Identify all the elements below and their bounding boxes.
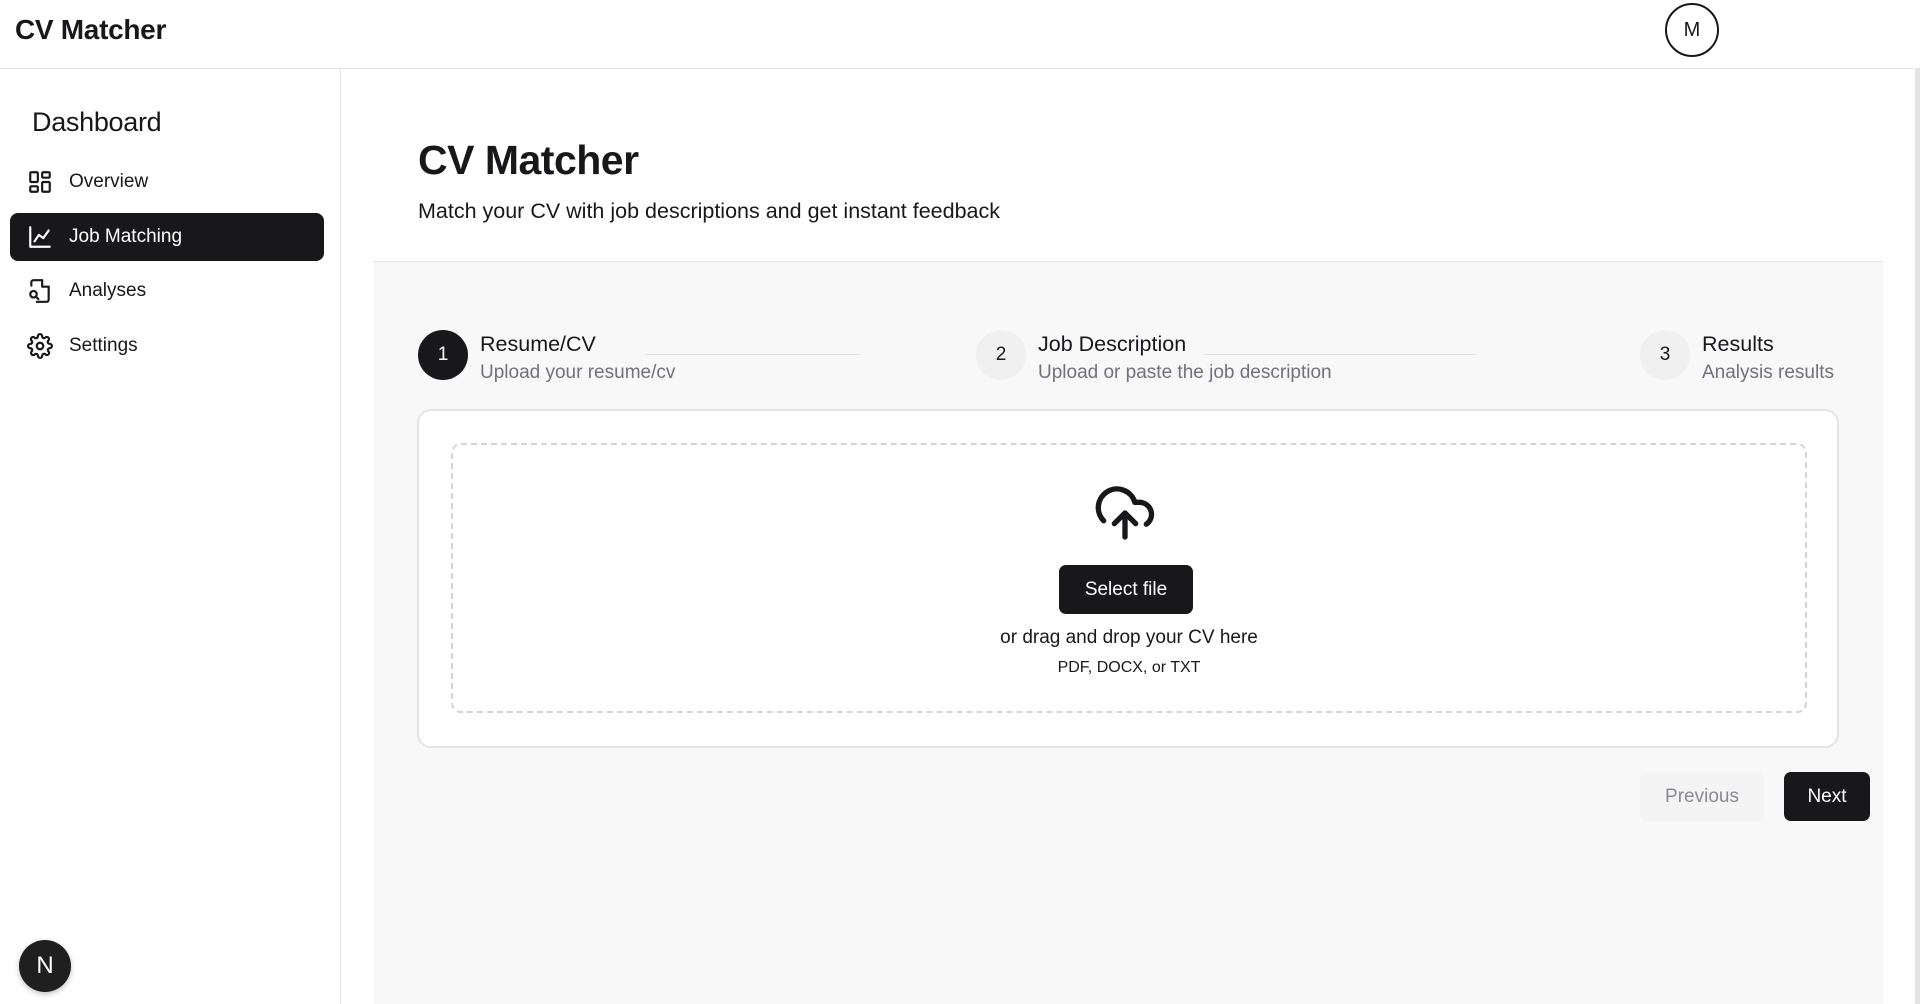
sidebar-item-settings[interactable]: Settings (10, 322, 324, 370)
step-results[interactable]: 3 Results Analysis results (1640, 330, 1834, 387)
top-bar: CV Matcher M (0, 0, 1920, 69)
upload-card: Select file or drag and drop your CV her… (417, 409, 1839, 748)
file-formats: PDF, DOCX, or TXT (1057, 659, 1201, 676)
step-description: Analysis results (1702, 362, 1834, 383)
step-title: Job Description (1038, 332, 1187, 356)
app-title: CV Matcher (15, 14, 167, 45)
main-content: CV Matcher Match your CV with job descri… (342, 69, 1920, 1004)
step-number: 3 (1640, 330, 1690, 380)
file-dropzone[interactable]: Select file or drag and drop your CV her… (451, 443, 1807, 713)
sidebar: Dashboard Overview Job Matching Analyses (0, 69, 341, 1004)
step-title: Results (1702, 332, 1774, 356)
scrollbar-rail[interactable] (1915, 69, 1920, 1004)
step-resume[interactable]: 1 Resume/CV Upload your resume/cv (418, 330, 675, 387)
sidebar-item-overview[interactable]: Overview (10, 158, 324, 206)
step-description: Upload or paste the job description (1038, 362, 1332, 383)
file-search-icon (29, 279, 50, 303)
sidebar-item-job-matching[interactable]: Job Matching (10, 212, 324, 261)
sidebar-title: Dashboard (32, 107, 162, 137)
step-connector (645, 354, 860, 355)
sidebar-item-analyses[interactable]: Analyses (10, 267, 324, 315)
page-title: CV Matcher (418, 137, 639, 183)
step-job-description[interactable]: 2 Job Description Upload or paste the jo… (976, 330, 1332, 387)
matcher-panel: 1 Resume/CV Upload your resume/cv 2 Job … (374, 262, 1883, 1004)
next-dev-badge[interactable]: N (19, 940, 71, 992)
gear-icon (27, 332, 53, 359)
step-number: 2 (976, 330, 1026, 380)
sidebar-nav: Overview Job Matching Analyses Settings (10, 158, 324, 376)
next-button[interactable]: Next (1784, 772, 1870, 821)
previous-button[interactable]: Previous (1640, 772, 1764, 821)
step-description: Upload your resume/cv (480, 362, 676, 383)
sidebar-item-label: Settings (69, 334, 138, 356)
sidebar-item-label: Analyses (69, 280, 147, 301)
page-subtitle: Match your CV with job descriptions and … (418, 199, 1001, 223)
select-file-button[interactable]: Select file (1059, 565, 1193, 614)
cloud-upload-icon (1095, 486, 1155, 540)
step-title: Resume/CV (480, 332, 596, 356)
sidebar-item-label: Job Matching (69, 225, 183, 247)
layout-dashboard-icon (29, 171, 51, 193)
step-number: 1 (418, 330, 468, 380)
user-avatar[interactable]: M (1665, 3, 1719, 57)
sidebar-item-label: Overview (69, 171, 149, 192)
line-chart-icon (29, 225, 51, 248)
drop-hint: or drag and drop your CV here (1000, 627, 1258, 648)
